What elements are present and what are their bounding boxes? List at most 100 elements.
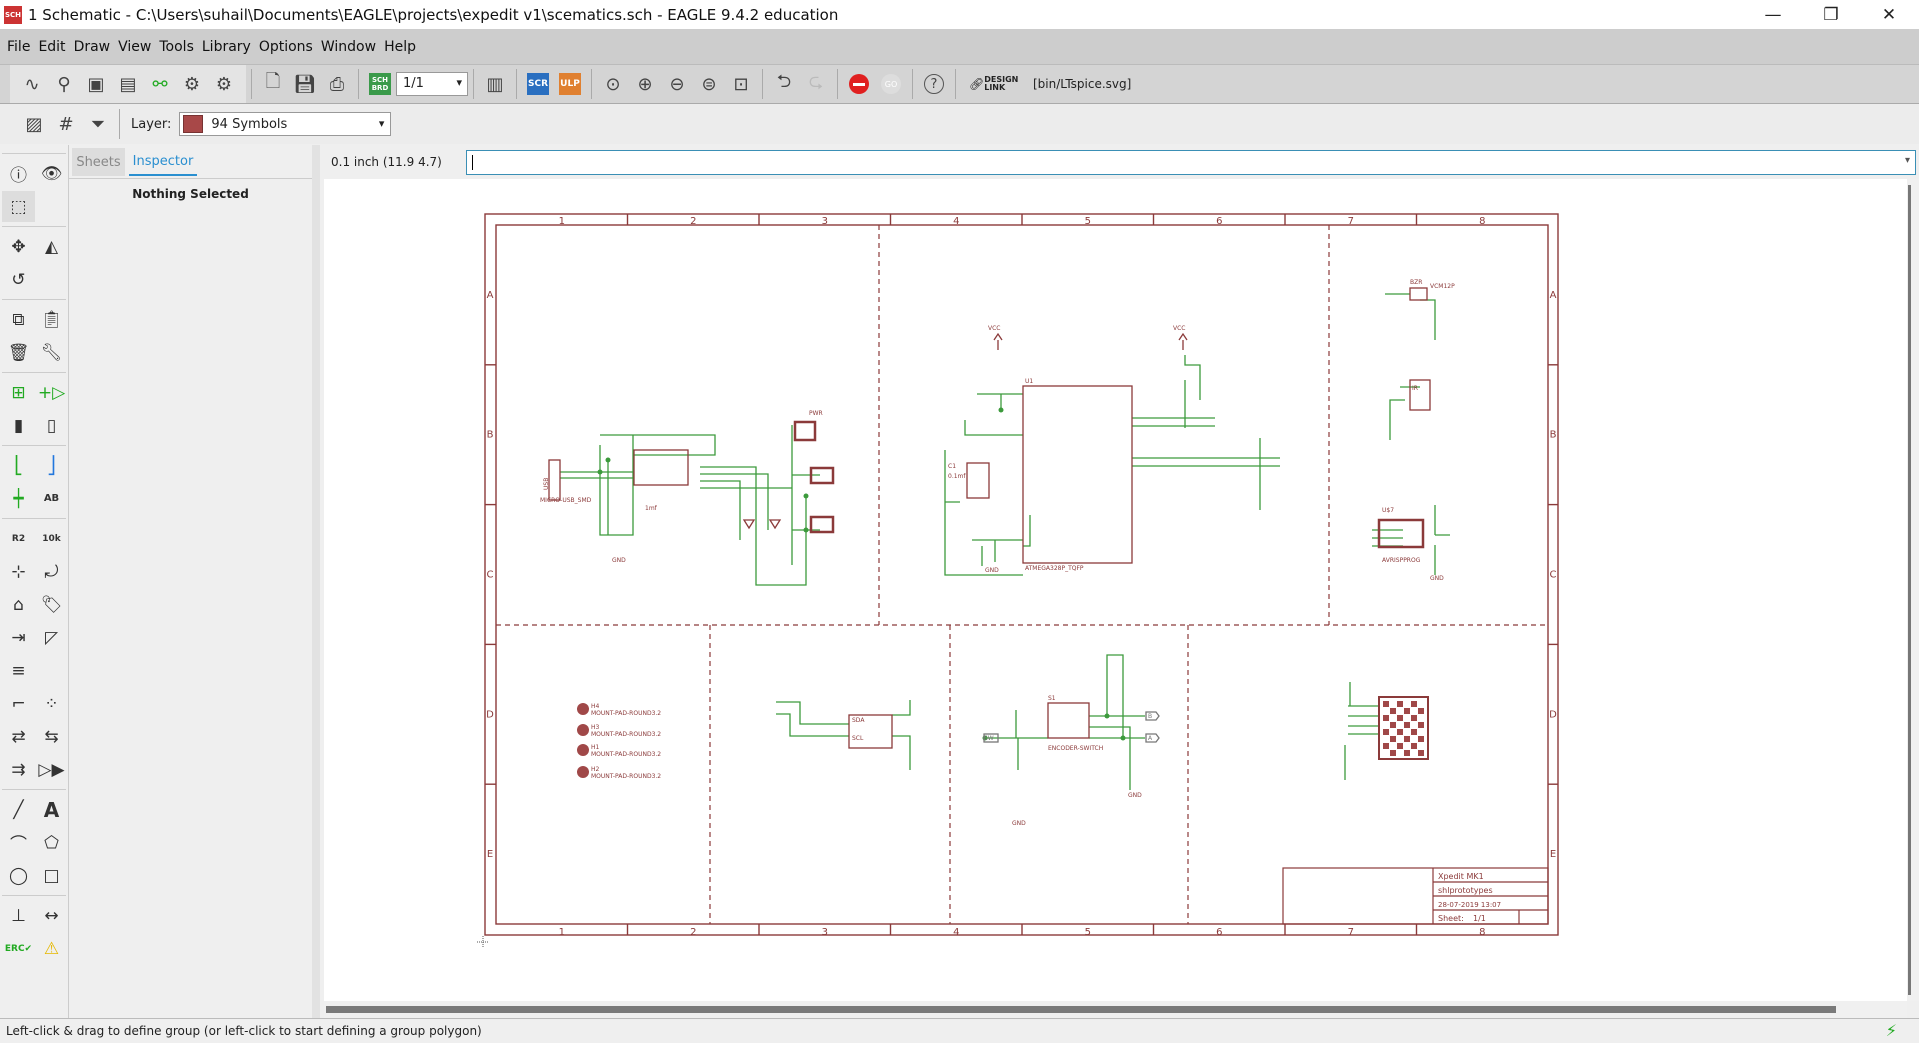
swap-icon[interactable]: ⤾ <box>35 556 68 587</box>
go-button[interactable]: GO <box>875 69 907 99</box>
info-icon[interactable]: ⓘ <box>2 158 35 189</box>
warning-icon[interactable]: ⚠ <box>35 933 68 964</box>
zoom-in-icon[interactable]: ⊕ <box>629 69 661 99</box>
dimension-icon[interactable]: ↔ <box>35 900 68 931</box>
help-icon[interactable]: ? <box>918 69 950 99</box>
design-link-button[interactable]: 🔗︎ DESIGN LINK <box>969 76 1025 92</box>
show-eye-icon[interactable]: 👁︎ <box>35 158 68 189</box>
rectangle-icon[interactable]: □ <box>35 860 68 891</box>
menu-file[interactable]: File <box>4 39 35 55</box>
erc-icon[interactable]: ERC✔ <box>2 933 35 964</box>
command-input[interactable]: ▾ <box>466 150 1916 175</box>
text-icon[interactable]: A <box>35 794 68 825</box>
zoom-redraw-icon[interactable]: ⊜ <box>693 69 725 99</box>
bus-icon[interactable]: ⎦ <box>35 450 68 481</box>
paint-roller-icon[interactable]: ⌐ <box>2 688 35 719</box>
ulp-path[interactable]: [bin/LTspice.svg] <box>1033 77 1131 91</box>
grid-icon[interactable]: # <box>50 109 82 139</box>
pin-swap-icon[interactable]: ⇥ <box>2 622 35 653</box>
zoom-area-icon[interactable]: ⊡ <box>725 69 757 99</box>
layer-settings-icon[interactable]: ▨ <box>18 109 50 139</box>
menu-options[interactable]: Options <box>256 39 318 55</box>
smash-icon[interactable]: ⌂ <box>2 589 35 620</box>
add-gate-icon[interactable]: +▷ <box>35 377 68 408</box>
script-button[interactable]: SCR <box>522 69 554 99</box>
invoke-icon[interactable]: ⊹ <box>2 556 35 587</box>
matrix-led <box>1404 708 1410 714</box>
cam-icon[interactable]: ▣ <box>80 69 112 99</box>
junction-icon[interactable]: ┿ <box>2 483 35 514</box>
copy-icon[interactable]: ⧉ <box>2 304 35 335</box>
menu-view[interactable]: View <box>115 39 156 55</box>
close-button[interactable]: ✕ <box>1860 0 1918 29</box>
horizontal-scroll-thumb[interactable] <box>326 1006 1836 1013</box>
command-history-dropdown[interactable]: ▾ <box>1905 155 1910 166</box>
grid-readout: 0.1 inch (11.9 4.7) <box>331 155 442 169</box>
net-icon[interactable]: ⎣ <box>2 450 35 481</box>
undo-icon[interactable]: ⮌ <box>768 69 800 99</box>
menu-window[interactable]: Window <box>318 39 381 55</box>
replace-icon[interactable]: ▮ <box>2 410 35 441</box>
reverse-pins-icon[interactable]: ⇄ <box>2 721 35 752</box>
name-icon[interactable]: R2 <box>2 523 35 554</box>
zoom-search-icon[interactable]: ⚲ <box>48 69 80 99</box>
paste-icon[interactable]: 📋︎ <box>35 304 68 335</box>
sheet-select[interactable]: 1/1 <box>396 72 468 96</box>
schematic-canvas[interactable]: 1 1 2 2 3 3 4 4 5 5 6 6 7 7 8 8 A A B B C C D D E E USB MICRO-USB… <box>324 179 1907 1001</box>
tab-inspector[interactable]: Inspector <box>129 148 197 176</box>
column-label: 8 <box>1479 216 1485 227</box>
menu-edit[interactable]: Edit <box>35 39 70 55</box>
wrench-icon[interactable]: 🔧︎ <box>35 337 68 368</box>
ripup-icon[interactable]: ≡ <box>2 655 35 686</box>
bzr-part-label: VCM12P <box>1430 283 1455 290</box>
circle-icon[interactable]: ◯ <box>2 860 35 891</box>
tab-sheets[interactable]: Sheets <box>72 148 125 176</box>
rotate-icon[interactable]: ↺ <box>2 264 35 295</box>
split-icon[interactable]: ◸ <box>35 622 68 653</box>
reverse-gates-icon[interactable]: ⇆ <box>35 721 68 752</box>
zoom-out-icon[interactable]: ⊖ <box>661 69 693 99</box>
ulp-button[interactable]: ULP <box>554 69 586 99</box>
cam-processor-icon[interactable]: ▤ <box>112 69 144 99</box>
attribute-tag-icon[interactable]: 🏷︎ <box>35 589 68 620</box>
save-icon[interactable]: 💾︎ <box>289 69 321 99</box>
print-icon[interactable]: ⎙ <box>321 69 353 99</box>
stop-icon[interactable] <box>843 69 875 99</box>
delete-icon[interactable]: 🗑︎ <box>2 337 35 368</box>
menu-library[interactable]: Library <box>199 39 256 55</box>
value-icon[interactable]: 10k <box>35 523 68 554</box>
arc-icon[interactable]: ⌒ <box>2 827 35 858</box>
open-file-icon[interactable]: 🗋 <box>257 69 289 99</box>
layer-select[interactable]: 94 Symbols <box>179 112 392 136</box>
restore-button[interactable]: ❐ <box>1802 0 1860 29</box>
move-icon[interactable]: ✥ <box>2 231 35 262</box>
menu-tools[interactable]: Tools <box>156 39 199 55</box>
vertical-scroll-thumb[interactable] <box>1908 185 1911 995</box>
gate-swap-icon[interactable]: ⁘ <box>35 688 68 719</box>
matrix-led <box>1411 715 1417 721</box>
settings-gear-icon[interactable]: ⚙ <box>176 69 208 99</box>
polygon-icon[interactable]: ⬠ <box>35 827 68 858</box>
connect-icon[interactable]: ⇉ <box>2 754 35 785</box>
add-part-icon[interactable]: ⊞ <box>2 377 35 408</box>
simulate-icon[interactable]: ∿ <box>16 69 48 99</box>
group-select-icon[interactable]: ⬚ <box>2 191 35 222</box>
mirror-icon[interactable]: ◭ <box>35 231 68 262</box>
column-label: 6 <box>1216 927 1222 938</box>
menu-draw[interactable]: Draw <box>71 39 116 55</box>
library-books-icon[interactable]: ▥ <box>479 69 511 99</box>
menu-help[interactable]: Help <box>381 39 421 55</box>
zoom-fit-icon[interactable]: ⊙ <box>597 69 629 99</box>
add-link-icon[interactable]: ⚯ <box>144 69 176 99</box>
filter-icon[interactable]: ⏷ <box>82 109 114 139</box>
label-icon[interactable]: AB <box>35 483 68 514</box>
library-gear-icon[interactable]: ⚙ <box>208 69 240 99</box>
mark-icon[interactable]: ⊥ <box>2 900 35 931</box>
package-icon[interactable]: ▯ <box>35 410 68 441</box>
line-icon[interactable]: ╱ <box>2 794 35 825</box>
gate-connect-icon[interactable]: ▷▶ <box>35 754 68 785</box>
s1-label: S1 <box>1048 695 1056 702</box>
sch-brd-switch-icon[interactable]: SCH BRD <box>364 69 396 99</box>
redo-icon[interactable]: ⮎ <box>800 69 832 99</box>
minimize-button[interactable]: — <box>1744 0 1802 29</box>
